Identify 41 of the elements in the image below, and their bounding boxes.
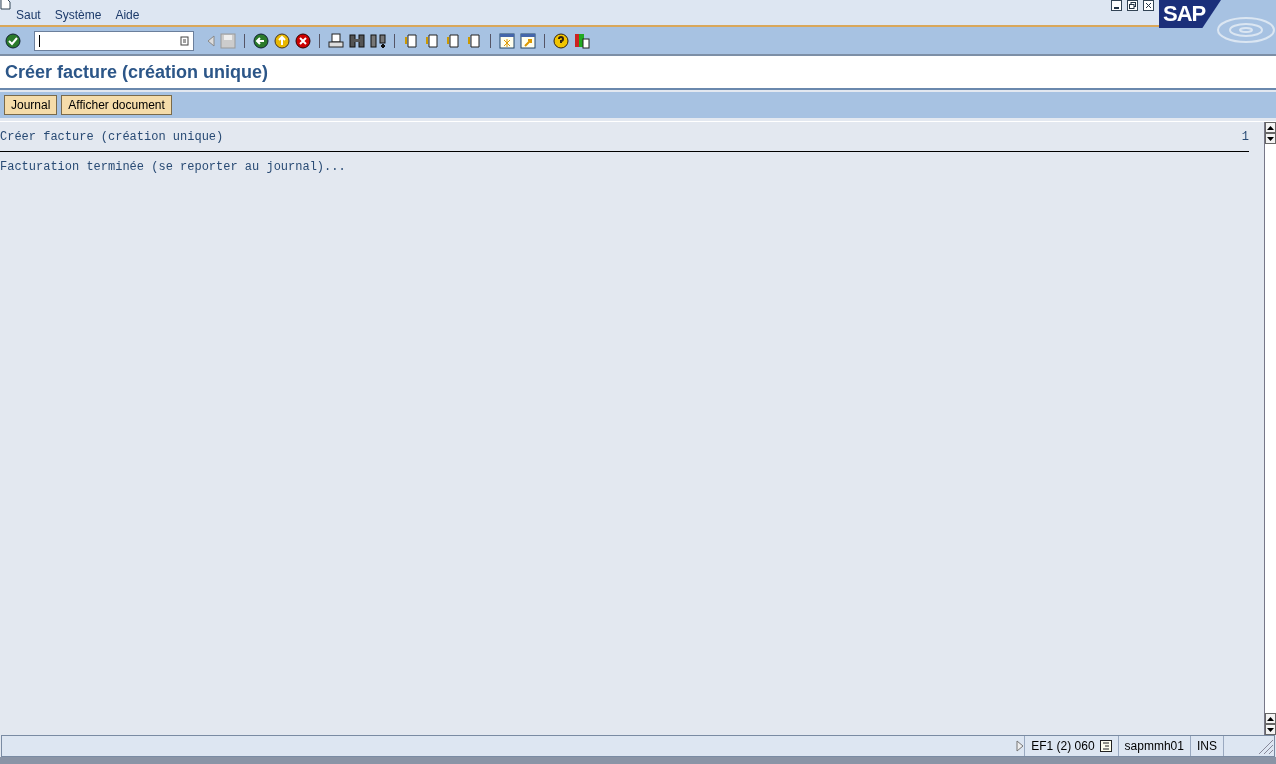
shortcut-icon[interactable] — [520, 32, 536, 49]
back-icon[interactable] — [253, 32, 269, 49]
page-number: 1 — [1241, 130, 1249, 144]
triangle-right-icon[interactable] — [1016, 740, 1025, 752]
document-icon — [0, 0, 11, 10]
close-icon[interactable] — [1143, 0, 1154, 11]
page-scroll-icon[interactable] — [424, 32, 440, 49]
list-header: Créer facture (création unique) — [0, 130, 224, 144]
new-session-icon[interactable] — [499, 32, 515, 49]
scroll-down-icon[interactable] — [1265, 724, 1276, 735]
toolbar-button[interactable]: Afficher document — [61, 95, 172, 115]
menu-item[interactable]: Système — [54, 8, 102, 22]
cancel-icon[interactable] — [295, 32, 311, 49]
scroll-up-icon[interactable] — [1265, 122, 1276, 133]
page-scroll-icon[interactable] — [403, 32, 419, 49]
print-icon[interactable] — [328, 32, 344, 49]
server-field: sapmmh01 — [1117, 736, 1190, 756]
list-icon[interactable] — [1099, 740, 1112, 752]
insert-mode: INS — [1190, 736, 1223, 756]
layout-menu-icon[interactable] — [574, 32, 590, 49]
resize-grip-icon[interactable] — [1256, 737, 1274, 755]
restore-icon[interactable] — [1127, 0, 1138, 11]
help-icon[interactable] — [553, 32, 569, 49]
vertical-scrollbar[interactable] — [1264, 122, 1276, 735]
toolbar-button[interactable]: Journal — [4, 95, 58, 115]
page-scroll-icon[interactable] — [466, 32, 482, 49]
command-field[interactable] — [34, 30, 194, 51]
sap-logo: SAP — [1159, 0, 1221, 28]
exit-up-icon[interactable] — [274, 32, 290, 49]
system-info: EF1 (2) 060 — [1031, 739, 1095, 753]
menu-item[interactable]: Saut — [16, 8, 41, 22]
enter-check-icon[interactable] — [5, 32, 21, 49]
scroll-up-icon[interactable] — [1265, 713, 1276, 724]
scroll-down-icon[interactable] — [1265, 133, 1276, 144]
binoculars-icon[interactable] — [349, 32, 365, 49]
minimize-icon[interactable] — [1111, 0, 1122, 11]
menu-item[interactable]: Aide — [115, 8, 140, 22]
history-icon[interactable] — [180, 35, 189, 46]
list-line: Facturation terminée (se reporter au journal)... — [0, 159, 347, 174]
page-scroll-icon[interactable] — [445, 32, 461, 49]
screen-title: Créer facture (création unique) — [5, 61, 269, 83]
